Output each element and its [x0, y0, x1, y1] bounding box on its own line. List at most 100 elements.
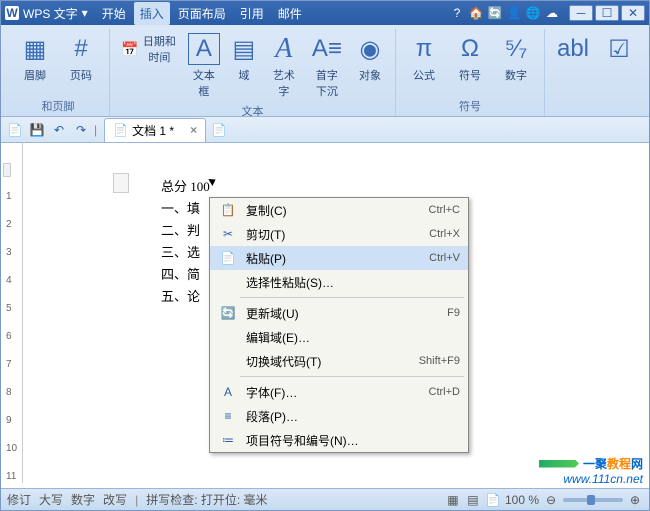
watermark: 一聚教程网 www.111cn.net	[539, 455, 643, 486]
ribbon-btn-文本框[interactable]: A文本框	[187, 31, 221, 101]
document-tab[interactable]: 📄 文档 1 * ×	[104, 118, 206, 142]
title-icon-0[interactable]: ?	[449, 5, 465, 21]
title-icon-2[interactable]: 🔄	[487, 5, 503, 21]
ribbon-btn-☑[interactable]: ☑	[599, 31, 639, 67]
menu-label: 选择性粘贴(S)…	[246, 274, 460, 291]
status-item[interactable]: 修订	[7, 491, 31, 508]
zoom-slider[interactable]	[563, 498, 623, 502]
menu-tab-2[interactable]: 页面布局	[172, 2, 232, 25]
minimize-button[interactable]: ─	[569, 5, 593, 21]
qat-btn-2[interactable]: ↶	[49, 120, 69, 140]
view-btn-2[interactable]: ▤	[465, 492, 481, 508]
ribbon-btn-数字[interactable]: ⁵⁄₇数字	[496, 31, 536, 85]
menu-shortcut: Ctrl+D	[429, 386, 460, 398]
title-icon-1[interactable]: 🏠	[468, 5, 484, 21]
menu-shortcut: Ctrl+C	[429, 204, 460, 216]
menu-icon	[218, 353, 238, 369]
watermark-url: www.111cn.net	[563, 472, 643, 486]
new-tab-button[interactable]: 📄	[209, 120, 229, 140]
menu-item-项目符号和编号(N)…[interactable]: ≔ 项目符号和编号(N)…	[210, 428, 468, 452]
titlebar: W WPS 文字 ▾ 开始插入页面布局引用邮件 ?🏠🔄👤🌐☁ ─ ☐ ✕	[1, 1, 649, 25]
menu-icon: ≔	[218, 432, 238, 448]
ribbon-btn-公式[interactable]: π公式	[404, 31, 444, 85]
title-icon-5[interactable]: ☁	[544, 5, 560, 21]
menu-label: 项目符号和编号(N)…	[246, 432, 460, 449]
qat-btn-0[interactable]: 📄	[5, 120, 25, 140]
tab-close-icon[interactable]: ×	[190, 123, 197, 137]
ribbon-btn-符号[interactable]: Ω符号	[450, 31, 490, 85]
ribbon-btn-眉脚[interactable]: ▦眉脚	[15, 31, 55, 85]
maximize-button[interactable]: ☐	[595, 5, 619, 21]
menu-icon: 🔄	[218, 305, 238, 321]
menu-icon: ≡	[218, 408, 238, 424]
vertical-ruler[interactable]: 1234567891011	[1, 143, 23, 483]
ribbon-btn-对象[interactable]: ◉对象	[353, 31, 387, 85]
watermark-arrow-icon	[539, 460, 579, 468]
menu-item-选择性粘贴(S)…[interactable]: 选择性粘贴(S)…	[210, 270, 468, 294]
ribbon-btn-艺术字[interactable]: A艺术字	[267, 31, 301, 101]
title-icon-3[interactable]: 👤	[506, 5, 522, 21]
menu-tab-4[interactable]: 邮件	[272, 2, 308, 25]
status-spell: 拼写检查: 打开位: 毫米	[146, 491, 267, 508]
title-icon-4[interactable]: 🌐	[525, 5, 541, 21]
menu-item-粘贴(P)[interactable]: 📄粘贴(P)Ctrl+V	[210, 246, 468, 270]
qat-btn-1[interactable]: 💾	[27, 120, 47, 140]
view-btn-1[interactable]: ▦	[445, 492, 461, 508]
status-item[interactable]: 大写	[39, 491, 63, 508]
ruler-v-tick: 5	[6, 303, 12, 314]
ruler-v-tick: 2	[6, 219, 12, 230]
menu-label: 复制(C)	[246, 202, 429, 219]
menu-shortcut: Ctrl+X	[429, 228, 460, 240]
menu-label: 段落(P)…	[246, 408, 460, 425]
zoom-label: 100 %	[505, 493, 539, 507]
ribbon-group-label: 窗格	[553, 96, 650, 116]
ruler-v-tick: 11	[6, 471, 16, 482]
title-dropdown-icon[interactable]: ▾	[82, 6, 88, 20]
menu-item-更新域(U)[interactable]: 🔄 更新域(U)F9	[210, 301, 468, 325]
menu-icon	[218, 274, 238, 290]
ruler-v-tick: 7	[6, 359, 12, 370]
doc-tab-label: 文档 1 *	[132, 122, 174, 139]
menu-label: 字体(F)…	[246, 384, 429, 401]
view-btn-3[interactable]: 📄	[485, 492, 501, 508]
ribbon-btn-首字下沉[interactable]: A≡首字下沉	[307, 31, 347, 101]
menu-item-字体(F)…[interactable]: A字体(F)…Ctrl+D	[210, 380, 468, 404]
doc-line[interactable]: 总分 100	[161, 173, 649, 198]
ribbon-btn-页码[interactable]: #页码	[61, 31, 101, 85]
zoom-out-button[interactable]: ⊖	[543, 492, 559, 508]
ribbon-btn-日期和时间[interactable]: 📅日期和时间	[118, 31, 181, 67]
close-button[interactable]: ✕	[621, 5, 645, 21]
menu-item-复制(C)[interactable]: 📋复制(C)Ctrl+C	[210, 198, 468, 222]
ribbon-btn-域[interactable]: ▤域	[227, 31, 261, 85]
doc-icon: 📄	[113, 123, 128, 137]
menu-shortcut: F9	[447, 307, 460, 319]
status-item[interactable]: 数字	[71, 491, 95, 508]
menu-tab-3[interactable]: 引用	[234, 2, 270, 25]
section-icon	[113, 173, 129, 193]
status-bar: 修订大写数字改写 | 拼写检查: 打开位: 毫米 ▦ ▤ 📄 100 % ⊖ ⊕	[1, 488, 649, 510]
ruler-v-tick: 8	[6, 387, 12, 398]
menu-label: 编辑域(E)…	[246, 329, 460, 346]
menu-icon	[218, 329, 238, 345]
ribbon-btn-▦[interactable]: ▦	[645, 31, 650, 67]
menu-tab-1[interactable]: 插入	[134, 2, 170, 25]
menu-tabs: 开始插入页面布局引用邮件	[96, 2, 308, 25]
menu-label: 更新域(U)	[246, 305, 447, 322]
ruler-v-tick: 6	[6, 331, 12, 342]
ribbon-group-label: 符号	[404, 96, 536, 116]
ribbon-btn-abl[interactable]: abl	[553, 31, 593, 67]
menu-label: 粘贴(P)	[246, 250, 429, 267]
menu-icon: 📄	[218, 250, 238, 266]
menu-item-编辑域(E)…[interactable]: 编辑域(E)…	[210, 325, 468, 349]
menu-item-段落(P)…[interactable]: ≡ 段落(P)…	[210, 404, 468, 428]
menu-shortcut: Shift+F9	[419, 355, 460, 367]
ruler-v-tick: 3	[6, 247, 12, 258]
qat-btn-3[interactable]: ↷	[71, 120, 91, 140]
menu-item-切换域代码(T)[interactable]: 切换域代码(T)Shift+F9	[210, 349, 468, 373]
ruler-v-tick: 9	[6, 415, 12, 426]
menu-tab-0[interactable]: 开始	[96, 2, 132, 25]
status-item[interactable]: 改写	[103, 491, 127, 508]
zoom-in-button[interactable]: ⊕	[627, 492, 643, 508]
menu-item-剪切(T)[interactable]: ✂剪切(T)Ctrl+X	[210, 222, 468, 246]
menu-label: 剪切(T)	[246, 226, 429, 243]
